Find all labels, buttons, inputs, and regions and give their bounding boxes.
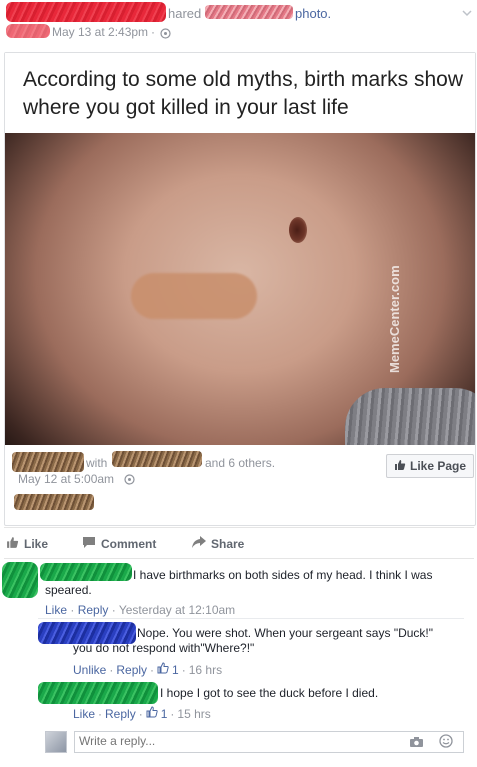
comment-label: Comment (101, 537, 157, 551)
thumbs-up-icon (157, 662, 169, 677)
camera-icon[interactable] (409, 735, 424, 753)
chevron-down-icon[interactable] (462, 4, 472, 17)
reply-text: I hope I got to see the duck before I di… (160, 686, 379, 700)
globe-icon (124, 472, 135, 485)
reply-meta: Unlike · Reply · 1 · 16 hrs (73, 662, 223, 677)
share-label: Share (211, 536, 245, 551)
commenter-avatar[interactable] (2, 562, 38, 598)
reply-reply-link[interactable]: Reply (105, 707, 136, 721)
comment-button[interactable]: Comment (82, 536, 156, 552)
reply-time[interactable]: 16 hrs (189, 663, 222, 677)
birthmark (131, 273, 257, 319)
comment-meta: Like · Reply · Yesterday at 12:10am (45, 603, 236, 617)
meme-photo[interactable]: MemeCenter.com (5, 133, 475, 445)
redacted-tagged-name (112, 451, 202, 467)
navel (289, 217, 307, 243)
dot-separator: · (151, 25, 155, 39)
reply-unlike-link[interactable]: Unlike (73, 663, 106, 677)
redacted-sharer-name (12, 452, 84, 472)
reply-like-link[interactable]: Like (73, 707, 95, 721)
meme-caption-box: According to some old myths, birth marks… (5, 53, 475, 133)
replies-divider (38, 618, 464, 619)
like-page-label: Like Page (409, 459, 467, 473)
thumbs-up-icon (394, 459, 406, 474)
reply-avatar-and-name[interactable] (38, 682, 158, 704)
photo-link[interactable]: photo. (295, 6, 331, 21)
post-timestamp[interactable]: May 13 at 2:43pm (52, 25, 148, 39)
thumbs-up-icon (146, 706, 158, 721)
comment-text: I have birthmarks on both sides of my he… (45, 568, 433, 597)
reply-time[interactable]: 15 hrs (177, 707, 210, 721)
globe-icon (160, 26, 171, 39)
reply-text: Nope. You were shot. When your sergeant … (73, 626, 434, 655)
thumbs-up-icon (6, 536, 19, 552)
watermark: MemeCenter.com (387, 265, 402, 373)
reply-meta: Like · Reply · 1 · 15 hrs (73, 706, 211, 721)
reply-input[interactable] (79, 733, 399, 749)
redacted-avatar-strip (6, 24, 50, 38)
action-bar-divider (4, 527, 474, 528)
shared-text: hared (168, 6, 202, 21)
emoji-icon[interactable] (439, 734, 453, 753)
like-label: Like (24, 537, 49, 551)
redacted-name (6, 2, 166, 22)
reply-input-box[interactable] (74, 731, 464, 753)
redacted-extra-text (14, 494, 94, 510)
redacted-page-name (205, 5, 293, 19)
others-text[interactable]: and 6 others. (205, 456, 275, 470)
like-page-button[interactable]: Like Page (386, 454, 474, 478)
comment-time[interactable]: Yesterday at 12:10am (119, 603, 235, 617)
share-button[interactable]: Share (192, 536, 244, 551)
reply-reply-link[interactable]: Reply (116, 663, 147, 677)
meme-caption: According to some old myths, birth marks… (23, 68, 463, 119)
comment-reply-link[interactable]: Reply (78, 603, 109, 617)
share-arrow-icon (192, 536, 206, 551)
reply-likes-count[interactable]: 1 (161, 707, 168, 721)
like-button[interactable]: Like (6, 536, 48, 552)
comment-like-link[interactable]: Like (45, 603, 67, 617)
reply-likes-count[interactable]: 1 (172, 663, 179, 677)
with-text: with (86, 456, 108, 470)
current-user-avatar (45, 731, 67, 753)
shared-post-timestamp[interactable]: May 12 at 5:00am (18, 472, 114, 486)
waistband (345, 388, 475, 445)
comment-icon (82, 536, 96, 552)
